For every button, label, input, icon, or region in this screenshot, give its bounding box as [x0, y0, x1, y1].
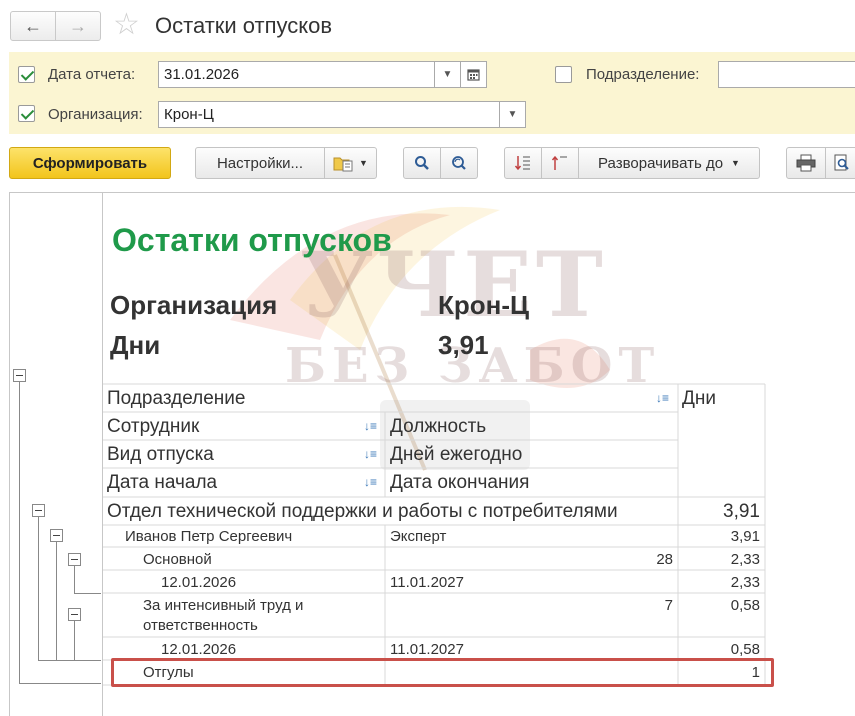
- basic-vacation-name: Основной: [143, 551, 212, 568]
- employee-row-name: Иванов Петр Сергеевич: [125, 528, 293, 545]
- collapse-report-group-toggle[interactable]: [13, 369, 26, 382]
- employee-row-days: 3,91: [730, 528, 760, 545]
- sort-icon[interactable]: ↓≡: [364, 475, 377, 489]
- header-end-date: Дата окончания: [390, 472, 530, 493]
- sort-icon[interactable]: ↓≡: [364, 419, 377, 433]
- intensive-period-days: 0,58: [730, 641, 760, 658]
- sort-icon[interactable]: ↓≡: [656, 391, 669, 405]
- header-employee: Сотрудник: [107, 416, 200, 437]
- department-row-days: 3,91: [723, 501, 760, 522]
- header-start-date: Дата начала: [107, 472, 218, 493]
- collapse-intensive-vacation-toggle[interactable]: [68, 608, 81, 621]
- collapse-department-toggle[interactable]: [32, 504, 45, 517]
- basic-vacation-annual: 28: [656, 551, 673, 568]
- intensive-vacation-name-line1: За интенсивный труд и: [143, 597, 304, 614]
- department-row-name: Отдел технической поддержки и работы с п…: [107, 501, 618, 522]
- basic-period-days: 2,33: [730, 574, 760, 591]
- collapse-basic-vacation-toggle[interactable]: [68, 553, 81, 566]
- employee-row-position: Эксперт: [390, 528, 447, 545]
- basic-period-start: 12.01.2026: [161, 574, 237, 591]
- basic-vacation-days: 2,33: [730, 551, 760, 568]
- sort-icon[interactable]: ↓≡: [364, 447, 377, 461]
- header-department: Подразделение: [107, 388, 246, 409]
- header-annual-days: Дней ежегодно: [390, 444, 523, 465]
- intensive-vacation-annual: 7: [664, 597, 673, 614]
- intensive-period-end: 11.01.2027: [390, 641, 464, 658]
- intensive-vacation-days: 0,58: [730, 597, 760, 614]
- header-vacation-type: Вид отпуска: [107, 444, 214, 465]
- intensive-vacation-name-line2: ответственность: [143, 617, 258, 634]
- collapse-employee-toggle[interactable]: [50, 529, 63, 542]
- header-position: Должность: [390, 416, 487, 437]
- header-days: Дни: [682, 388, 716, 409]
- intensive-period-start: 12.01.2026: [161, 641, 237, 658]
- basic-period-end: 11.01.2027: [390, 574, 464, 591]
- timeoff-row-highlight: [111, 658, 774, 687]
